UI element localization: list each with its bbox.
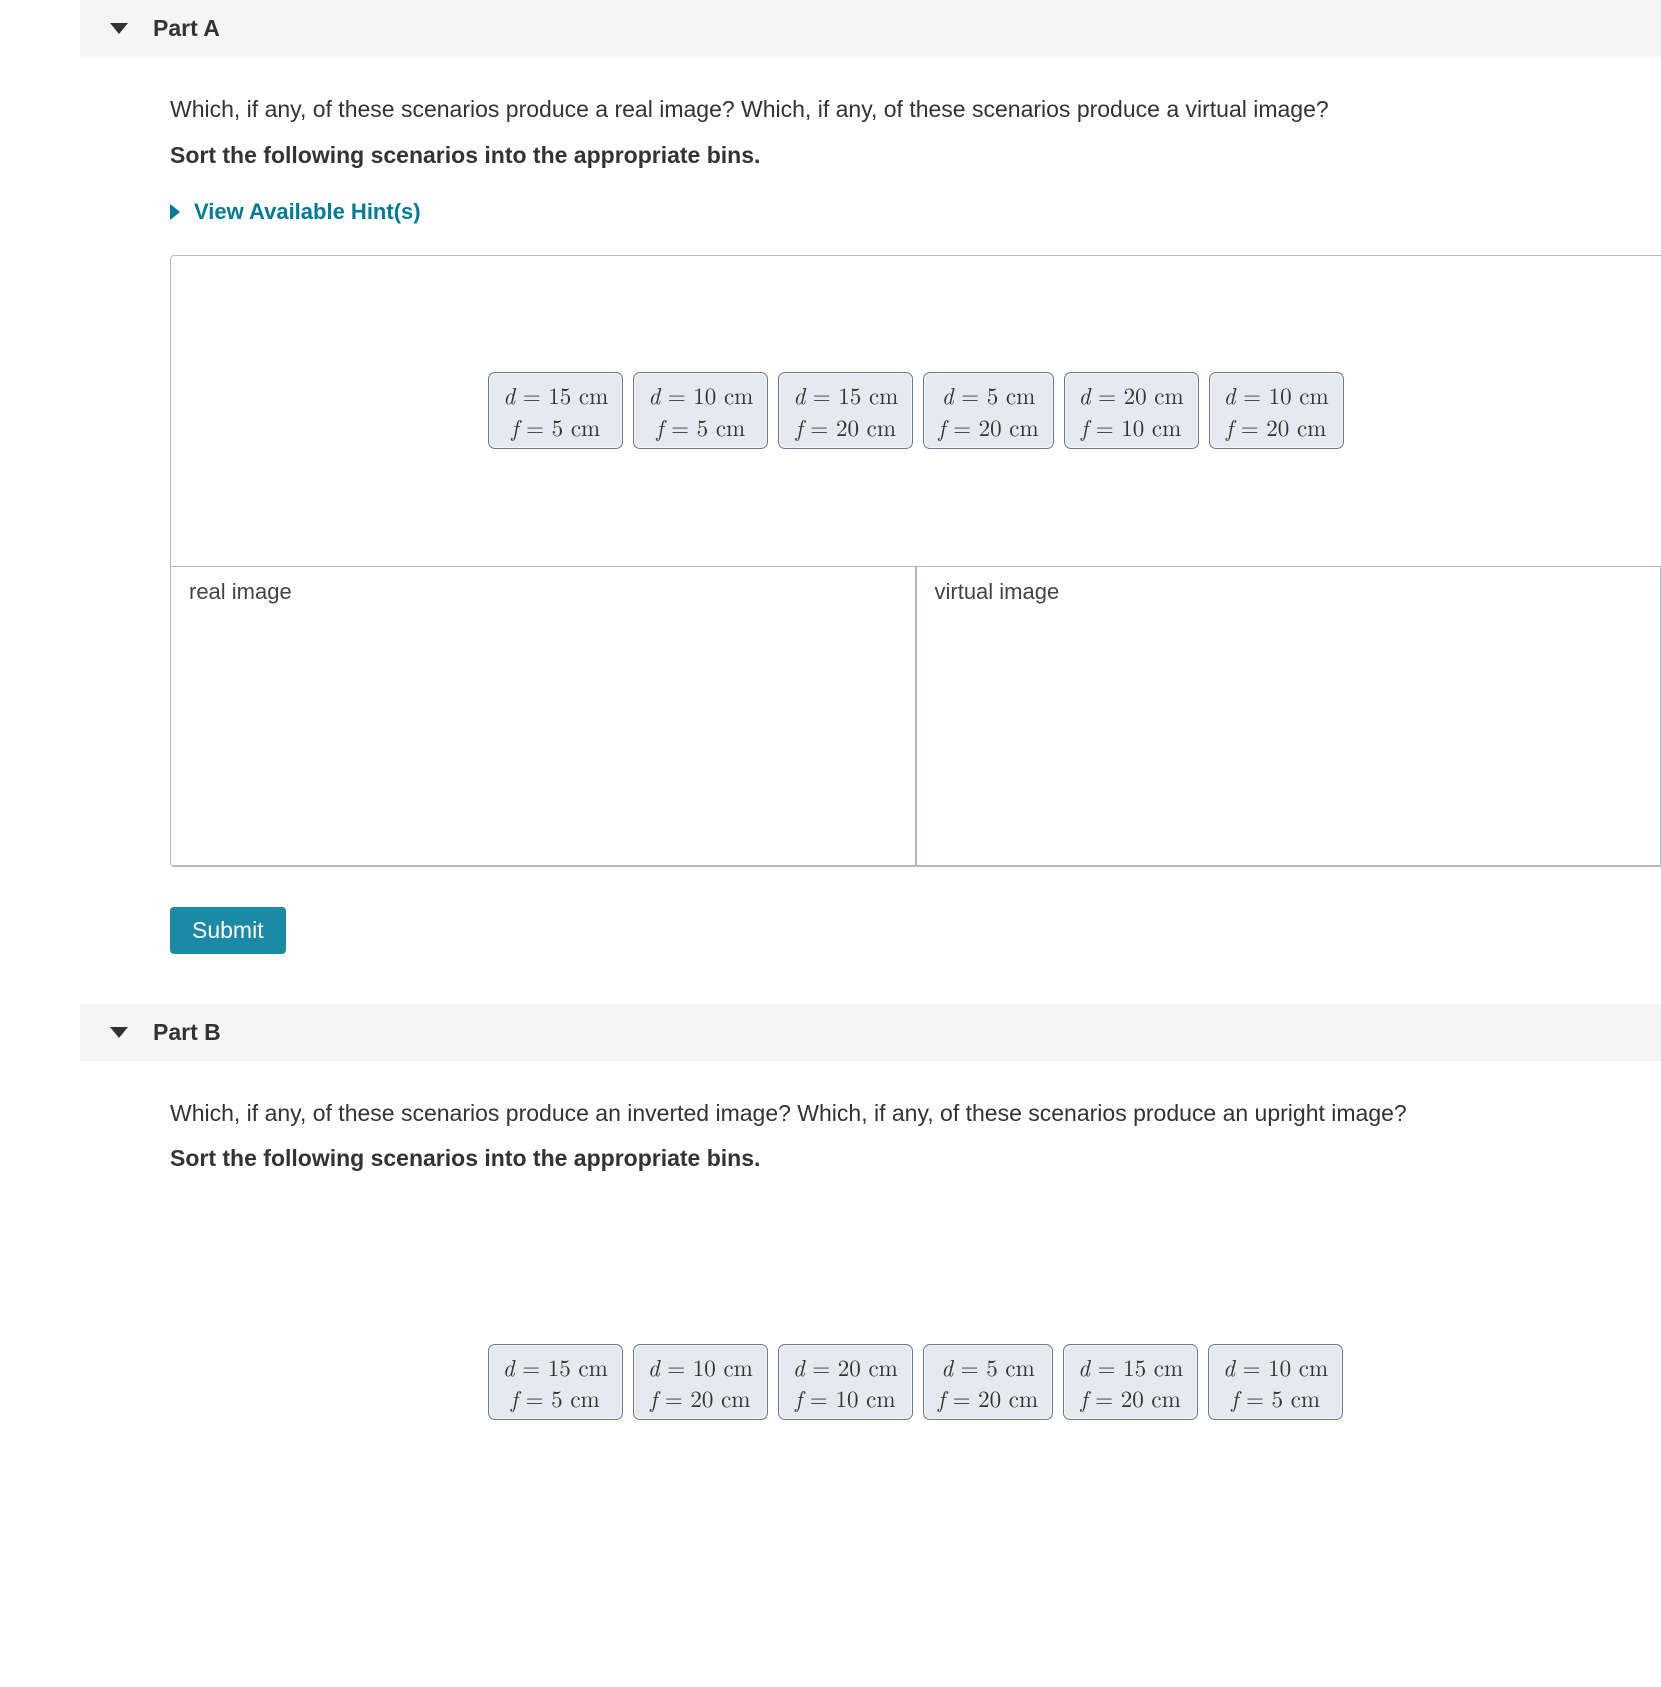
scenario-card[interactable]: d = 15 cmf = 5 cm	[488, 1344, 623, 1420]
part-b-header[interactable]: Part B	[80, 1004, 1661, 1061]
scenario-card[interactable]: d = 10 cmf = 20 cm	[633, 1344, 768, 1420]
bin-virtual-image[interactable]: virtual image	[916, 566, 1661, 866]
scenario-card[interactable]: d = 5 cmf = 20 cm	[923, 372, 1053, 448]
part-b-card-pool[interactable]: d = 15 cmf = 5 cmd = 10 cmf = 20 cmd = 2…	[170, 1202, 1661, 1422]
part-a-question: Which, if any, of these scenarios produc…	[170, 92, 1661, 127]
part-b-workspace: d = 15 cmf = 5 cmd = 10 cmf = 20 cmd = 2…	[170, 1202, 1661, 1422]
part-a-card-pool[interactable]: d = 15 cmf = 5 cmd = 10 cmf = 5 cmd = 15…	[171, 256, 1661, 566]
collapse-arrow-icon	[110, 1027, 128, 1038]
part-a-content: Which, if any, of these scenarios produc…	[170, 57, 1661, 1004]
submit-button[interactable]: Submit	[170, 907, 286, 954]
bin-label: real image	[189, 579, 292, 605]
part-a-title: Part A	[153, 15, 220, 42]
part-a-bins: real image virtual image	[171, 566, 1661, 866]
bin-label: virtual image	[935, 579, 1060, 605]
view-hints-label: View Available Hint(s)	[194, 199, 421, 225]
bin-real-image[interactable]: real image	[170, 566, 916, 866]
submit-row: Submit	[170, 907, 1661, 954]
part-b-question: Which, if any, of these scenarios produc…	[170, 1096, 1661, 1131]
scenario-card[interactable]: d = 10 cmf = 5 cm	[1208, 1344, 1343, 1420]
part-b-sort-instruction: Sort the following scenarios into the ap…	[170, 1145, 1661, 1172]
scenario-card[interactable]: d = 10 cmf = 20 cm	[1209, 372, 1344, 448]
scenario-card[interactable]: d = 20 cmf = 10 cm	[1064, 372, 1199, 448]
scenario-card[interactable]: d = 5 cmf = 20 cm	[923, 1344, 1053, 1420]
part-a-workspace: d = 15 cmf = 5 cmd = 10 cmf = 5 cmd = 15…	[170, 255, 1661, 867]
part-a-header[interactable]: Part A	[80, 0, 1661, 57]
part-b-content: Which, if any, of these scenarios produc…	[170, 1061, 1661, 1453]
collapse-arrow-icon	[110, 23, 128, 34]
scenario-card[interactable]: d = 20 cmf = 10 cm	[778, 1344, 913, 1420]
part-b-title: Part B	[153, 1019, 221, 1046]
expand-right-icon	[170, 204, 180, 220]
scenario-card[interactable]: d = 10 cmf = 5 cm	[633, 372, 768, 448]
view-hints-toggle[interactable]: View Available Hint(s)	[170, 199, 1661, 225]
scenario-card[interactable]: d = 15 cmf = 5 cm	[488, 372, 623, 448]
part-a-sort-instruction: Sort the following scenarios into the ap…	[170, 142, 1661, 169]
scenario-card[interactable]: d = 15 cmf = 20 cm	[1063, 1344, 1198, 1420]
scenario-card[interactable]: d = 15 cmf = 20 cm	[778, 372, 913, 448]
